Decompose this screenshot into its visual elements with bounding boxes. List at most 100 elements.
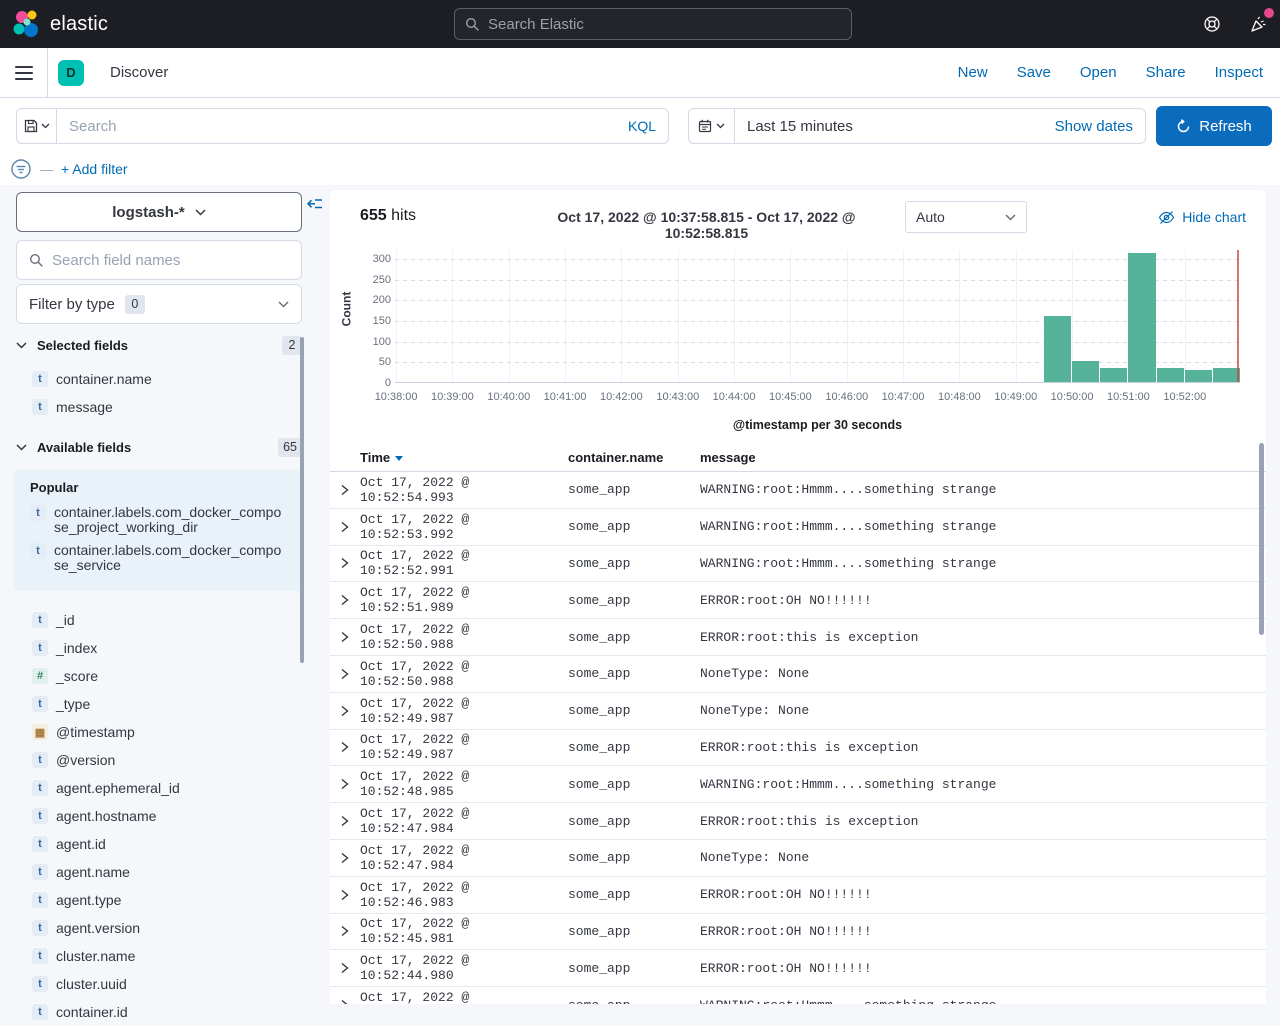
histogram-bar[interactable] xyxy=(1128,253,1155,382)
expand-row-button[interactable] xyxy=(330,484,360,496)
field-item-message[interactable]: tmessage xyxy=(16,393,302,421)
help-button[interactable] xyxy=(1202,14,1222,34)
column-header-message[interactable]: message xyxy=(700,450,1266,465)
cell-time: Oct 17, 2022 @ 10:52:45.981 xyxy=(360,916,568,946)
expand-row-button[interactable] xyxy=(330,999,360,1004)
field-item-_type[interactable]: t_type xyxy=(16,690,302,718)
calendar-icon xyxy=(698,119,712,133)
table-header-row: Timecontainer.namemessage xyxy=(330,443,1266,472)
add-filter-button[interactable]: + Add filter xyxy=(61,161,128,177)
field-name: _type xyxy=(56,696,90,712)
table-scrollbar[interactable] xyxy=(1259,443,1264,635)
expand-row-button[interactable] xyxy=(330,815,360,827)
hide-chart-label: Hide chart xyxy=(1182,209,1246,225)
expand-row-button[interactable] xyxy=(330,521,360,533)
field-item-agent.name[interactable]: tagent.name xyxy=(16,858,302,886)
filter-by-type-button[interactable]: Filter by type 0 xyxy=(16,284,302,324)
cell-message: ERROR:root:OH NO!!!!!! xyxy=(700,593,1266,608)
table-row: Oct 17, 2022 @ 10:52:48.985some_appWARNI… xyxy=(330,766,1266,803)
field-item-container.labels.com_docker_compose_project_working_dir[interactable]: tcontainer.labels.com_docker_compose_pro… xyxy=(14,503,302,541)
field-item-@timestamp[interactable]: ▦@timestamp xyxy=(16,718,302,746)
sort-descending-icon[interactable] xyxy=(395,456,403,461)
field-item-container.labels.com_docker_compose_service[interactable]: tcontainer.labels.com_docker_compose_ser… xyxy=(14,541,302,579)
histogram-bar[interactable] xyxy=(1157,368,1184,383)
histogram-bar[interactable] xyxy=(1100,368,1127,383)
expand-row-button[interactable] xyxy=(330,962,360,974)
filter-by-type-label: Filter by type xyxy=(29,296,115,313)
saved-query-menu-button[interactable] xyxy=(16,108,56,144)
time-range-value[interactable]: Last 15 minutes xyxy=(747,118,1055,135)
interval-select[interactable]: Auto xyxy=(905,201,1027,233)
cell-time: Oct 17, 2022 @ 10:52:52.991 xyxy=(360,548,568,578)
histogram-bar[interactable] xyxy=(1213,368,1240,382)
eye-slash-icon xyxy=(1158,210,1175,225)
collapse-sidebar-button[interactable] xyxy=(306,195,324,213)
field-item-_id[interactable]: t_id xyxy=(16,606,302,634)
field-item-agent.hostname[interactable]: tagent.hostname xyxy=(16,802,302,830)
x-axis-tick-label: 10:40:00 xyxy=(477,391,541,403)
field-item-agent.ephemeral_id[interactable]: tagent.ephemeral_id xyxy=(16,774,302,802)
field-item-agent.type[interactable]: tagent.type xyxy=(16,886,302,914)
expand-row-button[interactable] xyxy=(330,741,360,753)
field-item-cluster.uuid[interactable]: tcluster.uuid xyxy=(16,970,302,998)
field-item-_score[interactable]: #_score xyxy=(16,662,302,690)
menu-button[interactable] xyxy=(0,48,48,98)
save-button[interactable]: Save xyxy=(1017,64,1051,81)
field-name: container.id xyxy=(56,1004,128,1020)
column-header-time[interactable]: Time xyxy=(360,450,568,465)
expand-row-button[interactable] xyxy=(330,594,360,606)
search-query-input[interactable]: Search KQL xyxy=(56,108,669,144)
histogram-bar[interactable] xyxy=(1185,370,1212,382)
expand-row-button[interactable] xyxy=(330,778,360,790)
global-search-input[interactable]: Search Elastic xyxy=(454,8,852,40)
refresh-icon xyxy=(1176,119,1191,134)
expand-row-button[interactable] xyxy=(330,668,360,680)
field-search-input[interactable]: Search field names xyxy=(16,240,302,280)
cell-message: WARNING:root:Hmmm....something strange xyxy=(700,482,1266,497)
cell-message: ERROR:root:this is exception xyxy=(700,814,1266,829)
newsfeed-button[interactable] xyxy=(1248,14,1268,34)
field-item-@version[interactable]: t@version xyxy=(16,746,302,774)
show-dates-button[interactable]: Show dates xyxy=(1055,118,1133,135)
share-button[interactable]: Share xyxy=(1146,64,1186,81)
field-item-_index[interactable]: t _index xyxy=(16,634,302,662)
table-row: Oct 17, 2022 @ 10:52:45.981some_appERROR… xyxy=(330,914,1266,951)
open-button[interactable]: Open xyxy=(1080,64,1117,81)
new-button[interactable]: New xyxy=(958,64,988,81)
hide-chart-button[interactable]: Hide chart xyxy=(1158,209,1246,225)
inspect-button[interactable]: Inspect xyxy=(1215,64,1263,81)
y-axis-tick-label: 300 xyxy=(351,253,391,265)
help-icon xyxy=(1203,15,1221,33)
search-icon xyxy=(29,253,44,268)
x-axis-tick-label: 10:50:00 xyxy=(1040,391,1104,403)
expand-row-button[interactable] xyxy=(330,925,360,937)
date-quick-menu-button[interactable] xyxy=(689,109,735,143)
field-name: _index xyxy=(56,640,97,656)
histogram-bar[interactable] xyxy=(1072,361,1099,382)
expand-row-button[interactable] xyxy=(330,889,360,901)
field-item-agent.id[interactable]: tagent.id xyxy=(16,830,302,858)
chart-horizontal-gridline xyxy=(395,342,1240,343)
field-item-container.id[interactable]: tcontainer.id xyxy=(16,998,302,1026)
x-axis-tick-label: 10:44:00 xyxy=(702,391,766,403)
kql-language-button[interactable]: KQL xyxy=(628,118,656,134)
expand-row-button[interactable] xyxy=(330,705,360,717)
histogram-bar[interactable] xyxy=(1044,316,1071,382)
field-item-agent.version[interactable]: tagent.version xyxy=(16,914,302,942)
index-pattern-selector[interactable]: logstash-* xyxy=(16,192,302,232)
elastic-logo[interactable]: elastic xyxy=(12,9,108,39)
available-fields-accordion[interactable]: Available fields 65 xyxy=(16,437,302,457)
expand-row-button[interactable] xyxy=(330,631,360,643)
selected-fields-accordion[interactable]: Selected fields 2 xyxy=(16,335,302,355)
expand-row-button[interactable] xyxy=(330,852,360,864)
field-item-cluster.name[interactable]: tcluster.name xyxy=(16,942,302,970)
cell-time: Oct 17, 2022 @ 10:52:47.984 xyxy=(360,806,568,836)
field-item-container.name[interactable]: tcontainer.name xyxy=(16,365,302,393)
filter-icon[interactable] xyxy=(10,158,32,180)
string-field-icon: t xyxy=(32,640,48,656)
time-range-display: Oct 17, 2022 @ 10:37:58.815 - Oct 17, 20… xyxy=(516,209,897,241)
expand-row-button[interactable] xyxy=(330,557,360,569)
sidebar-scrollbar[interactable] xyxy=(300,337,304,663)
column-header-container-name[interactable]: container.name xyxy=(568,450,700,465)
refresh-button[interactable]: Refresh xyxy=(1156,106,1272,146)
